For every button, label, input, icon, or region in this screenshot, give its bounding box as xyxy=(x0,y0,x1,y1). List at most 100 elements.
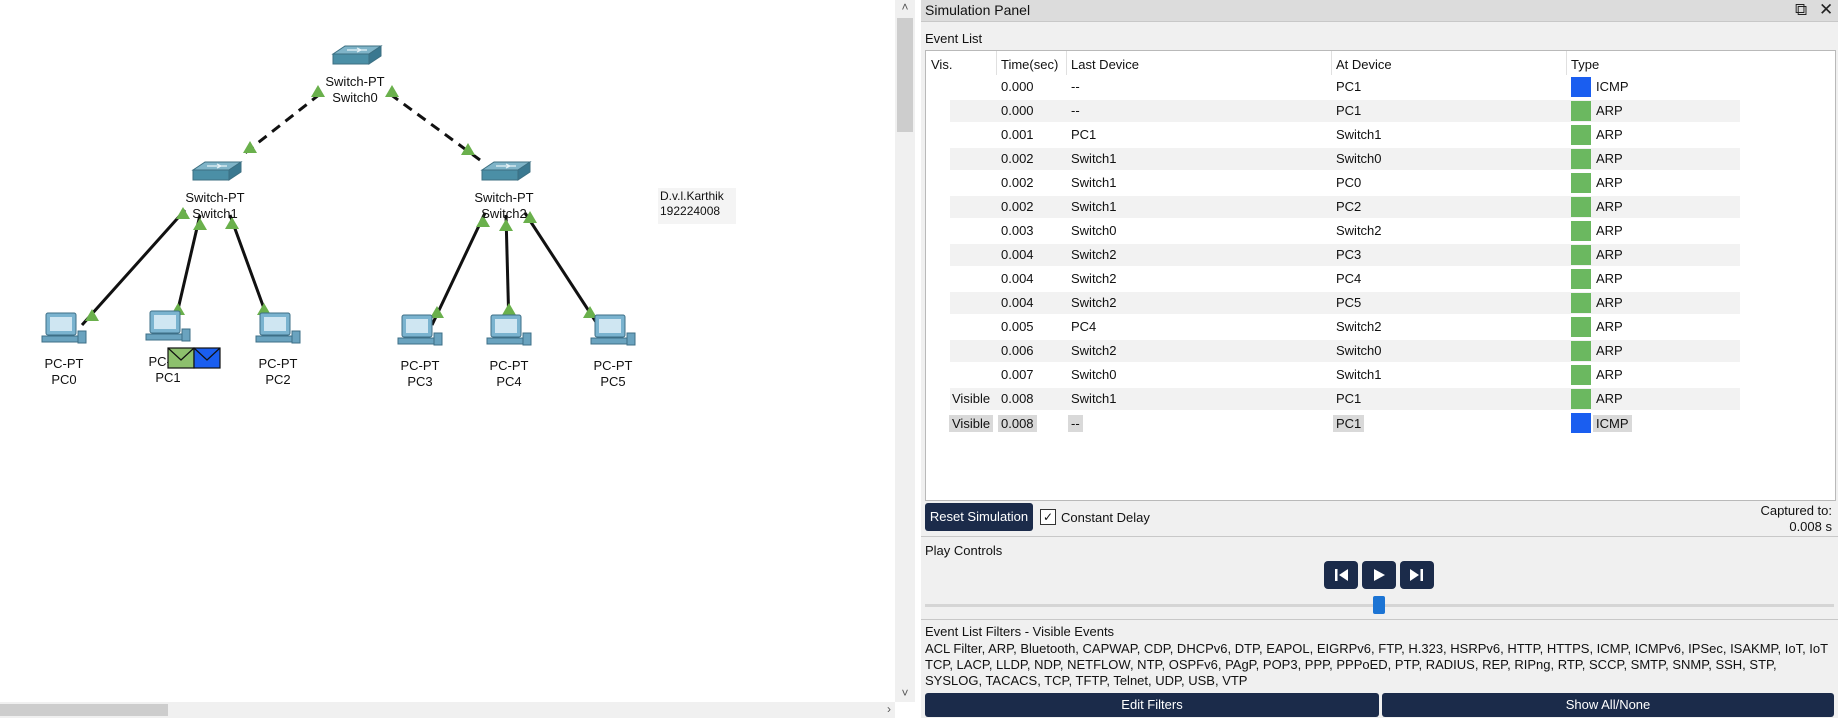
event-row[interactable]: Visible 0.008 -- PC1 ICMP xyxy=(926,411,1835,435)
device-switch0[interactable]: Switch-PTSwitch0 xyxy=(325,45,385,105)
playback-speed-slider-thumb[interactable] xyxy=(1373,596,1385,614)
col-header-at-device[interactable]: At Device xyxy=(1336,57,1392,72)
edit-filters-button[interactable]: Edit Filters xyxy=(925,693,1379,717)
device-pc3[interactable]: PC-PTPC3 xyxy=(397,314,443,389)
event-type-cell: ARP xyxy=(1596,175,1623,190)
pc-tower xyxy=(181,328,191,342)
pc-screen xyxy=(50,317,72,331)
device-model-label: Switch-PT xyxy=(185,190,244,205)
event-color-swatch[interactable] xyxy=(1571,101,1591,121)
network-link[interactable] xyxy=(174,214,202,319)
event-color-swatch[interactable] xyxy=(1571,365,1591,385)
device-switch1[interactable]: Switch-PTSwitch1 xyxy=(185,161,245,221)
event-row[interactable]: 0.005 PC4 Switch2 ARP xyxy=(926,315,1835,339)
event-color-swatch[interactable] xyxy=(1571,77,1591,97)
col-header-last-device[interactable]: Last Device xyxy=(1071,57,1139,72)
event-row[interactable]: 0.007 Switch0 Switch1 ARP xyxy=(926,363,1835,387)
event-row[interactable]: 0.004 Switch2 PC5 ARP xyxy=(926,291,1835,315)
event-vis-cell: Visible xyxy=(952,391,991,406)
device-name-label: Switch0 xyxy=(332,90,378,105)
event-row[interactable]: 0.002 Switch1 PC0 ARP xyxy=(926,171,1835,195)
event-time-cell: 0.004 xyxy=(1001,247,1034,262)
arp-pdu-envelope[interactable] xyxy=(167,347,195,369)
event-row[interactable]: 0.002 Switch1 PC2 ARP xyxy=(926,195,1835,219)
event-color-swatch[interactable] xyxy=(1571,389,1591,409)
event-color-swatch[interactable] xyxy=(1571,317,1591,337)
network-link[interactable] xyxy=(523,212,600,326)
event-at-device-cell: PC3 xyxy=(1336,247,1362,262)
event-color-swatch[interactable] xyxy=(1571,197,1591,217)
note-label[interactable]: D.v.l.Karthik 192224008 xyxy=(658,188,736,224)
switch-icon-front xyxy=(192,169,230,181)
event-row[interactable]: 0.003 Switch0 Switch2 ARP xyxy=(926,219,1835,243)
reset-simulation-button[interactable]: Reset Simulation xyxy=(925,503,1033,531)
col-header-time[interactable]: Time(sec) xyxy=(1001,57,1058,72)
topology-workspace[interactable]: Switch-PT Switch0 Switch-PT Switch1 Switch-P… xyxy=(0,0,895,718)
network-link[interactable] xyxy=(244,92,321,155)
device-pc5[interactable]: PC-PTPC5 xyxy=(590,314,636,389)
event-color-swatch[interactable] xyxy=(1571,245,1591,265)
event-color-swatch[interactable] xyxy=(1571,413,1591,433)
event-row[interactable]: 0.001 PC1 Switch1 ARP xyxy=(926,123,1835,147)
event-color-swatch[interactable] xyxy=(1571,293,1591,313)
device-switch2[interactable]: Switch-PTSwitch2 xyxy=(474,161,534,221)
event-at-device-cell: Switch2 xyxy=(1336,319,1382,334)
event-row[interactable]: 0.004 Switch2 PC4 ARP xyxy=(926,267,1835,291)
event-color-swatch[interactable] xyxy=(1571,125,1591,145)
scroll-right-icon[interactable]: › xyxy=(887,702,891,716)
device-name-label: PC5 xyxy=(600,374,625,389)
event-time-cell: 0.006 xyxy=(1001,343,1034,358)
col-header-type[interactable]: Type xyxy=(1571,57,1599,72)
topology-canvas[interactable]: Switch-PTSwitch0Switch-PTSwitch1Switch-P… xyxy=(0,0,895,702)
event-row[interactable]: Visible 0.008 Switch1 PC1 ARP xyxy=(926,387,1835,411)
network-link[interactable] xyxy=(430,212,487,326)
restore-icon[interactable]: ⧉ xyxy=(1795,0,1807,20)
scroll-down-icon[interactable]: ˅ xyxy=(895,686,915,700)
show-all-none-button[interactable]: Show All/None xyxy=(1382,693,1834,717)
pc-screen xyxy=(599,319,621,333)
network-link[interactable] xyxy=(80,208,187,327)
constant-delay-checkbox[interactable]: ✓ xyxy=(1040,509,1056,525)
event-color-swatch[interactable] xyxy=(1571,341,1591,361)
device-model-label: PC-PT xyxy=(45,356,84,371)
event-list-table[interactable]: Vis. Time(sec) Last Device At Device Typ… xyxy=(925,50,1836,501)
horizontal-scroll-thumb[interactable] xyxy=(0,704,168,716)
play-icon xyxy=(1374,569,1385,581)
event-row[interactable]: 0.000 -- PC1 ARP xyxy=(926,99,1835,123)
device-pc0[interactable]: PC-PTPC0 xyxy=(41,312,87,387)
event-row[interactable]: 0.002 Switch1 Switch0 ARP xyxy=(926,147,1835,171)
icmp-pdu-envelope[interactable] xyxy=(193,347,221,369)
device-name-label: PC0 xyxy=(51,372,76,387)
event-time-cell: 0.002 xyxy=(1001,199,1034,214)
event-color-swatch[interactable] xyxy=(1571,173,1591,193)
event-time-cell: 0.008 xyxy=(1001,391,1034,406)
event-color-swatch[interactable] xyxy=(1571,269,1591,289)
skip-back-icon xyxy=(1335,569,1348,581)
back-button[interactable] xyxy=(1324,561,1358,589)
workspace-vertical-scrollbar[interactable]: ˄ ˅ xyxy=(895,0,915,702)
switch-icon-front xyxy=(332,53,370,65)
event-color-swatch[interactable] xyxy=(1571,149,1591,169)
device-pc4[interactable]: PC-PTPC4 xyxy=(486,314,532,389)
workspace-horizontal-scrollbar[interactable]: › xyxy=(0,702,895,718)
event-row[interactable]: 0.004 Switch2 PC3 ARP xyxy=(926,243,1835,267)
close-icon[interactable]: ✕ xyxy=(1819,0,1833,20)
link-status-icon xyxy=(85,309,99,321)
capture-forward-button[interactable] xyxy=(1400,561,1434,589)
event-row[interactable]: 0.000 -- PC1 ICMP xyxy=(926,75,1835,99)
event-row[interactable]: 0.006 Switch2 Switch0 ARP xyxy=(926,339,1835,363)
pc-base xyxy=(145,333,183,341)
device-pc2[interactable]: PC-PTPC2 xyxy=(255,312,301,387)
event-at-device-cell: PC1 xyxy=(1336,79,1362,94)
event-last-device-cell: Switch2 xyxy=(1071,271,1117,286)
play-button[interactable] xyxy=(1362,561,1396,589)
col-header-vis[interactable]: Vis. xyxy=(931,57,952,72)
event-last-device-cell: Switch1 xyxy=(1071,391,1117,406)
scroll-up-icon[interactable]: ˄ xyxy=(895,0,915,14)
vertical-scroll-thumb[interactable] xyxy=(897,18,913,132)
pc-screen xyxy=(264,317,286,331)
pc-screen xyxy=(154,315,176,329)
event-last-device-cell: -- xyxy=(1071,79,1080,94)
event-color-swatch[interactable] xyxy=(1571,221,1591,241)
event-last-device-cell: Switch2 xyxy=(1071,343,1117,358)
